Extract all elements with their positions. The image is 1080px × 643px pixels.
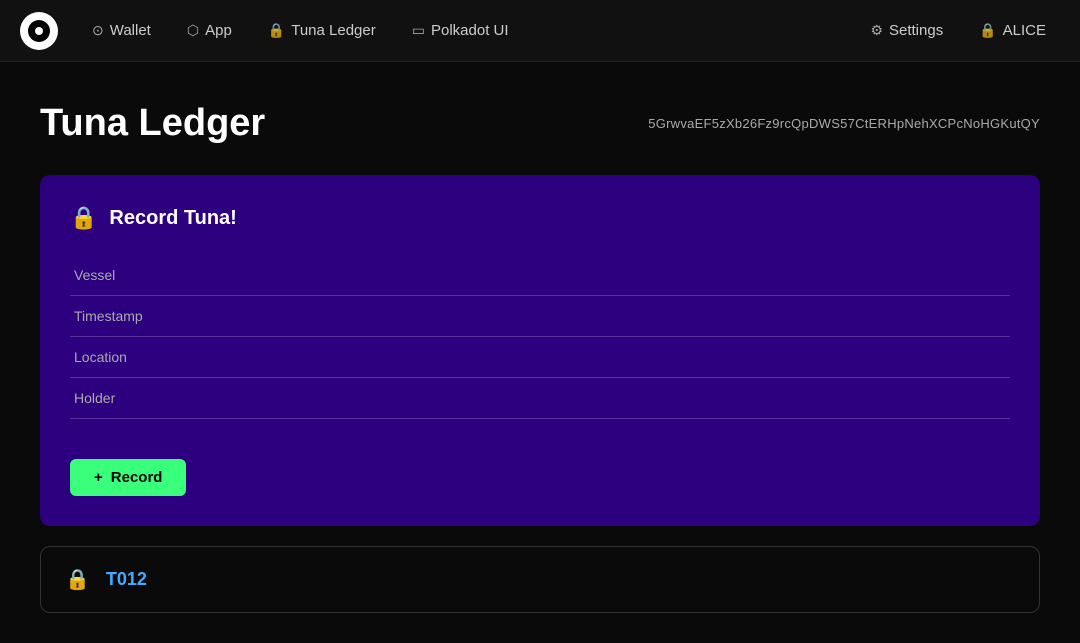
form-card-title: Record Tuna!	[109, 207, 236, 230]
polkadot-ui-icon: ▭	[412, 22, 425, 39]
form-lock-icon: 🔒	[70, 205, 97, 231]
record-button[interactable]: + Record	[70, 459, 186, 496]
record-item-id: T012	[106, 569, 147, 590]
page-header: Tuna Ledger 5GrwvaEF5zXb26Fz9rcQpDWS57Ct…	[40, 102, 1040, 145]
nav-label-wallet: Wallet	[110, 22, 151, 39]
form-fields	[70, 255, 1010, 439]
wallet-icon: ⊙	[92, 22, 104, 39]
location-input[interactable]	[70, 337, 1010, 378]
nav-item-settings[interactable]: ⚙ Settings	[856, 16, 957, 45]
nav-links: ⊙ Wallet ⬡ App 🔒 Tuna Ledger ▭ Polkadot …	[78, 16, 856, 45]
vessel-input[interactable]	[70, 255, 1010, 296]
form-card-header: 🔒 Record Tuna!	[70, 205, 1010, 231]
main-content: Tuna Ledger 5GrwvaEF5zXb26Fz9rcQpDWS57Ct…	[0, 62, 1080, 643]
record-button-label: Record	[111, 469, 163, 486]
tuna-ledger-nav-icon: 🔒	[268, 22, 285, 39]
nav-right: ⚙ Settings 🔒 ALICE	[856, 16, 1060, 45]
nav-label-tuna-ledger: Tuna Ledger	[291, 22, 376, 39]
record-lock-icon: 🔒	[65, 567, 90, 592]
timestamp-input[interactable]	[70, 296, 1010, 337]
nav-label-alice: ALICE	[1003, 22, 1046, 39]
record-button-icon: +	[94, 469, 103, 486]
nav-item-wallet[interactable]: ⊙ Wallet	[78, 16, 165, 45]
page-title: Tuna Ledger	[40, 102, 265, 145]
nav-item-polkadot-ui[interactable]: ▭ Polkadot UI	[398, 16, 523, 45]
nav-item-app[interactable]: ⬡ App	[173, 16, 246, 45]
alice-lock-icon: 🔒	[979, 22, 996, 39]
record-item: 🔒 T012	[40, 546, 1040, 613]
nav-label-app: App	[205, 22, 232, 39]
settings-icon: ⚙	[870, 22, 883, 39]
nav-label-polkadot-ui: Polkadot UI	[431, 22, 509, 39]
form-card: 🔒 Record Tuna! + Record	[40, 175, 1040, 526]
nav-label-settings: Settings	[889, 22, 943, 39]
navbar: ⊙ Wallet ⬡ App 🔒 Tuna Ledger ▭ Polkadot …	[0, 0, 1080, 62]
nav-item-alice[interactable]: 🔒 ALICE	[965, 16, 1060, 45]
logo[interactable]	[20, 12, 58, 50]
nav-item-tuna-ledger[interactable]: 🔒 Tuna Ledger	[254, 16, 390, 45]
app-icon: ⬡	[187, 22, 199, 39]
page-address: 5GrwvaEF5zXb26Fz9rcQpDWS57CtERHpNehXCPcN…	[648, 116, 1040, 131]
holder-input[interactable]	[70, 378, 1010, 419]
